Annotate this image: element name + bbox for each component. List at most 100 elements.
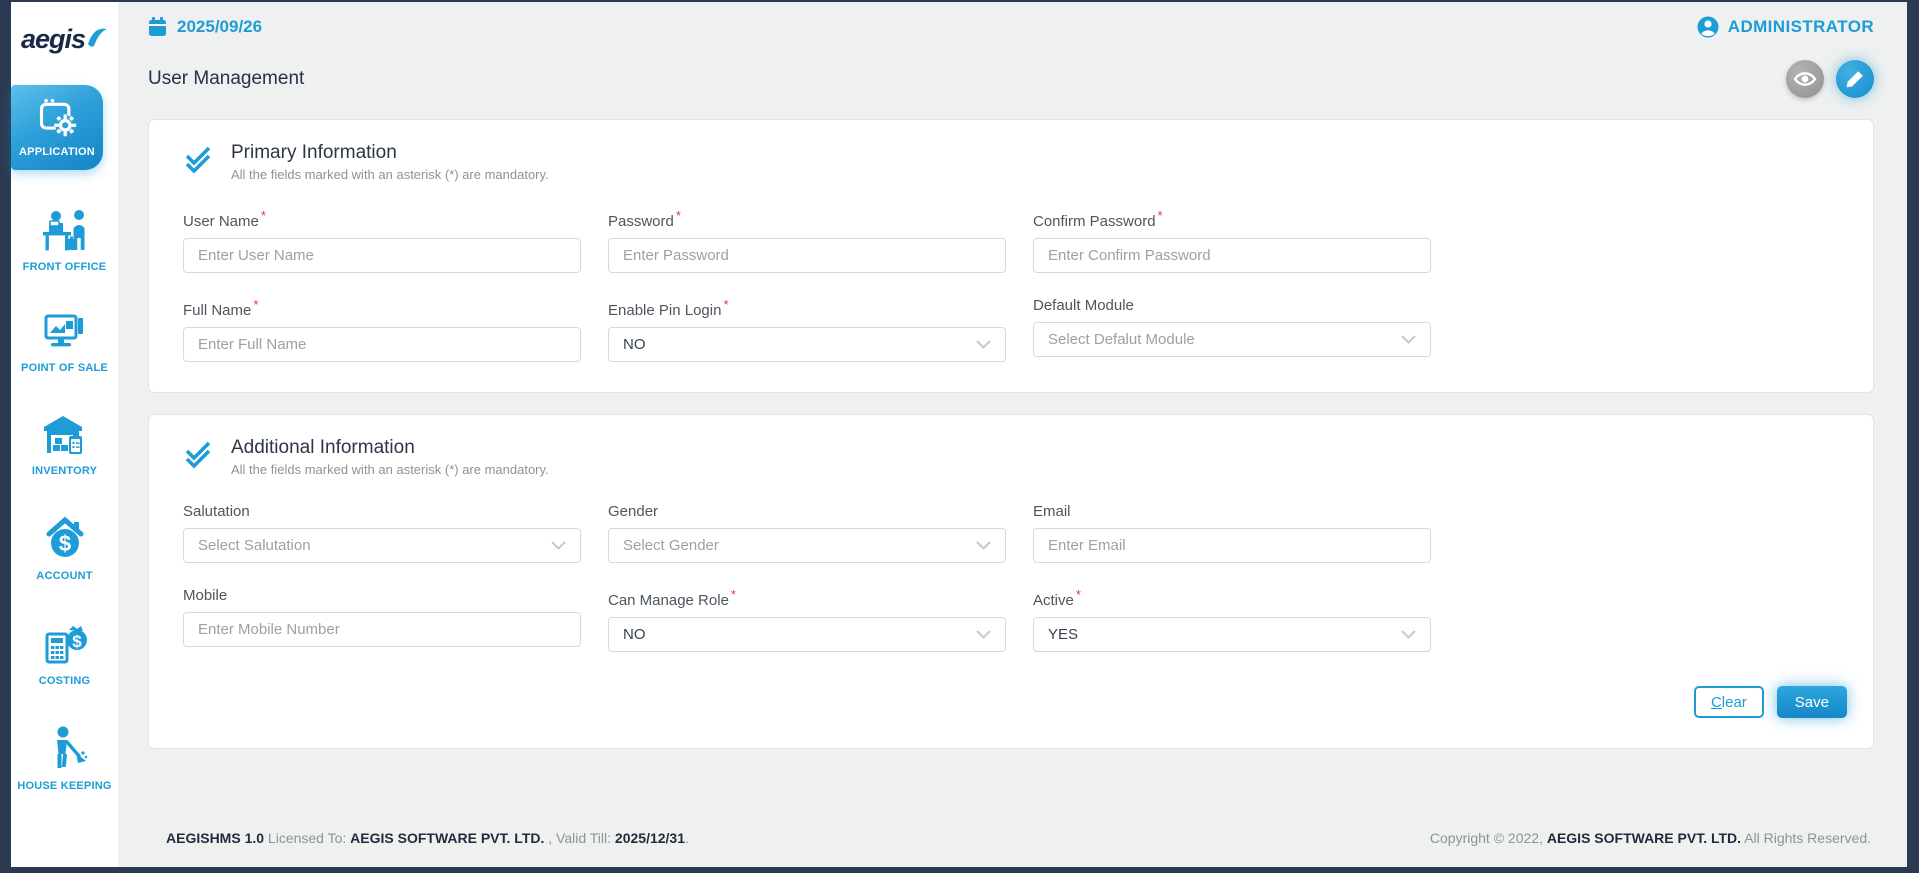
sidebar-item-label: COSTING [39,675,91,687]
titlebar: User Management [148,60,1874,98]
sidebar-item-label: FRONT OFFICE [23,261,107,273]
date-display: 2025/09/26 [148,17,262,37]
field-email: Email [1033,503,1431,563]
user-name: ADMINISTRATOR [1728,17,1874,37]
field-can-manage-role: Can Manage Role* NO [608,587,1006,652]
aegis-logo: aegis [21,24,108,55]
save-button[interactable]: Save [1777,686,1847,718]
sidebar-item-label: INVENTORY [32,465,97,477]
primary-form-grid: User Name* Password* Confirm Password* F… [183,208,1847,362]
form-actions: Clear Save [183,686,1847,718]
page-title: User Management [148,68,304,90]
footer: AEGISHMS 1.0 Licensed To: AEGIS SOFTWARE… [148,815,1874,867]
sidebar-item-label: APPLICATION [19,146,95,158]
sidebar-item-label: ACCOUNT [36,570,92,582]
point-of-sale-icon [41,311,89,355]
logo-text: aegis [21,24,85,55]
required-mark: * [1076,587,1081,602]
license-info: AEGISHMS 1.0 Licensed To: AEGIS SOFTWARE… [166,830,689,846]
current-date: 2025/09/26 [177,17,262,37]
sidebar-item-application[interactable]: APPLICATION [11,85,103,170]
sidebar-item-account[interactable]: $ ACCOUNT [11,515,118,582]
gender-select[interactable]: Select Gender [608,528,1006,563]
sidebar-item-house-keeping[interactable]: HOUSE KEEPING [11,725,118,792]
calendar-icon [148,17,167,37]
required-mark: * [676,208,681,223]
field-label: Active* [1033,587,1431,609]
svg-text:$: $ [58,531,70,556]
default-module-select[interactable]: Select Defalut Module [1033,322,1431,357]
field-label: Email [1033,503,1431,520]
copyright-info: Copyright © 2022, AEGIS SOFTWARE PVT. LT… [1430,830,1871,846]
section-title: Primary Information [231,142,549,164]
required-mark: * [731,587,736,602]
field-label: Password* [608,208,1006,230]
edit-button[interactable] [1836,60,1874,98]
sidebar-item-point-of-sale[interactable]: POINT OF SALE [11,311,118,374]
view-button[interactable] [1786,60,1824,98]
chevron-down-icon [551,541,566,550]
user-menu[interactable]: ADMINISTRATOR [1697,16,1874,38]
sidebar-item-front-office[interactable]: FRONT OFFICE [11,208,118,273]
field-active: Active* YES [1033,587,1431,652]
sidebar-item-inventory[interactable]: INVENTORY [11,412,118,477]
topbar: 2025/09/26 ADMINISTRATOR [148,16,1874,38]
enable-pin-login-select[interactable]: NO [608,327,1006,362]
account-icon: $ [41,515,89,563]
field-label: Gender [608,503,1006,520]
section-subtitle: All the fields marked with an asterisk (… [231,167,549,182]
field-label: Default Module [1033,297,1431,314]
field-gender: Gender Select Gender [608,503,1006,563]
additional-form-grid: Salutation Select Salutation Gender Sele… [183,503,1847,652]
clear-button[interactable]: Clear [1694,686,1764,718]
required-mark: * [1158,208,1163,223]
field-label: Enable Pin Login* [608,297,1006,319]
costing-icon: $ [41,620,89,668]
logo-swoosh-icon [86,25,108,49]
section-header: Primary Information All the fields marke… [183,142,1847,182]
inventory-icon [41,412,89,458]
required-mark: * [261,208,266,223]
valid-till-date: 2025/12/31 [615,830,685,846]
salutation-select[interactable]: Select Salutation [183,528,581,563]
double-check-icon [183,146,213,176]
svg-text:$: $ [72,632,82,651]
section-subtitle: All the fields marked with an asterisk (… [231,462,549,477]
front-office-icon [41,208,89,254]
chevron-down-icon [976,340,991,349]
chevron-down-icon [1401,630,1416,639]
field-default-module: Default Module Select Defalut Module [1033,297,1431,362]
section-header: Additional Information All the fields ma… [183,437,1847,477]
sidebar-item-label: POINT OF SALE [21,362,108,374]
field-label: User Name* [183,208,581,230]
field-password: Password* [608,208,1006,273]
field-confirm-password: Confirm Password* [1033,208,1431,273]
field-label: Full Name* [183,297,581,319]
sidebar-item-costing[interactable]: $ COSTING [11,620,118,687]
required-mark: * [253,297,258,312]
house-keeping-icon [42,725,88,773]
section-title: Additional Information [231,437,549,459]
user-name-input[interactable] [183,238,581,273]
copyright-company: AEGIS SOFTWARE PVT. LTD. [1547,830,1741,846]
app-frame: aegis APPLICATI [11,2,1907,867]
email-input[interactable] [1033,528,1431,563]
chevron-down-icon [976,630,991,639]
field-full-name: Full Name* [183,297,581,362]
confirm-password-input[interactable] [1033,238,1431,273]
field-label: Can Manage Role* [608,587,1006,609]
field-salutation: Salutation Select Salutation [183,503,581,563]
can-manage-role-select[interactable]: NO [608,617,1006,652]
mobile-input[interactable] [183,612,581,647]
sidebar-item-label: HOUSE KEEPING [17,780,111,792]
chevron-down-icon [1401,335,1416,344]
pencil-icon [1845,69,1865,89]
eye-icon [1793,70,1817,88]
active-select[interactable]: YES [1033,617,1431,652]
password-input[interactable] [608,238,1006,273]
main-content: 2025/09/26 ADMINISTRATOR User Management [118,2,1907,867]
full-name-input[interactable] [183,327,581,362]
sidebar: aegis APPLICATI [11,2,118,867]
field-mobile: Mobile [183,587,581,652]
chevron-down-icon [976,541,991,550]
